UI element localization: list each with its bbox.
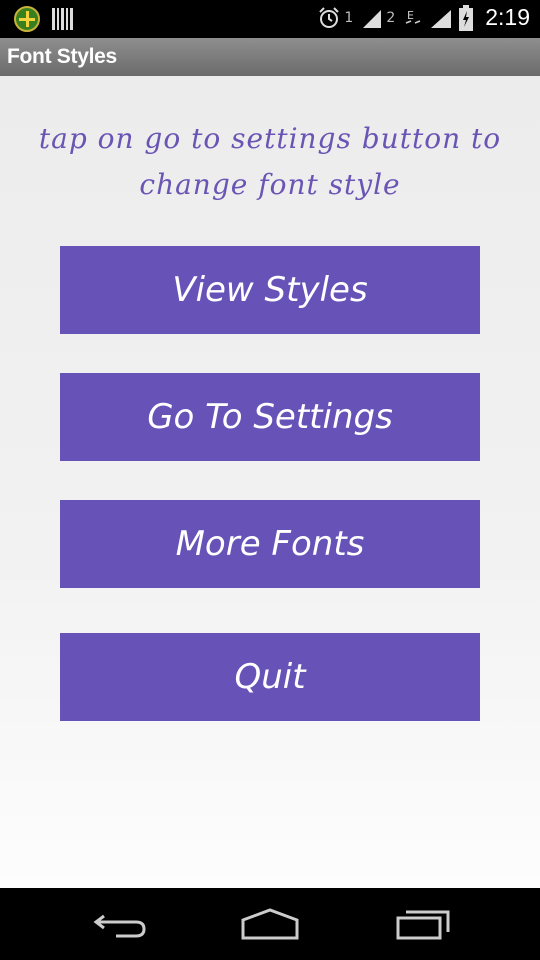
instruction-text: tap on go to settings button to change f… — [30, 116, 510, 208]
alarm-icon — [319, 6, 340, 28]
status-bar: 1 2 E 2:19 — [0, 0, 540, 38]
instruction-line-2: change font style — [139, 168, 401, 201]
action-bar: Font Styles — [0, 38, 540, 76]
signal-icon — [363, 9, 382, 28]
view-styles-button[interactable]: View Styles — [60, 246, 480, 334]
recent-apps-icon[interactable] — [388, 906, 458, 942]
data-e-icon: E — [405, 9, 421, 24]
sim1-label: 1 — [344, 9, 354, 26]
status-bar-left — [14, 6, 73, 32]
battery-charging-icon — [459, 4, 474, 31]
instruction-line-1: tap on go to settings button to — [38, 122, 502, 155]
more-fonts-button[interactable]: More Fonts — [60, 500, 480, 588]
barcode-icon — [52, 8, 73, 30]
go-to-settings-button[interactable]: Go To Settings — [60, 373, 480, 461]
clock: 2:19 — [485, 4, 530, 30]
signal-icon — [431, 9, 452, 28]
app-notification-icon — [14, 6, 40, 32]
navigation-bar — [0, 888, 540, 960]
page-title: Font Styles — [7, 45, 117, 68]
sim2-label: 2 — [386, 9, 396, 26]
back-icon[interactable] — [88, 906, 158, 942]
svg-text:E: E — [407, 9, 414, 22]
home-icon[interactable] — [235, 906, 305, 942]
quit-button[interactable]: Quit — [60, 633, 480, 721]
status-bar-right: 1 2 E 2:19 — [317, 4, 530, 31]
main-content: tap on go to settings button to change f… — [0, 76, 540, 888]
